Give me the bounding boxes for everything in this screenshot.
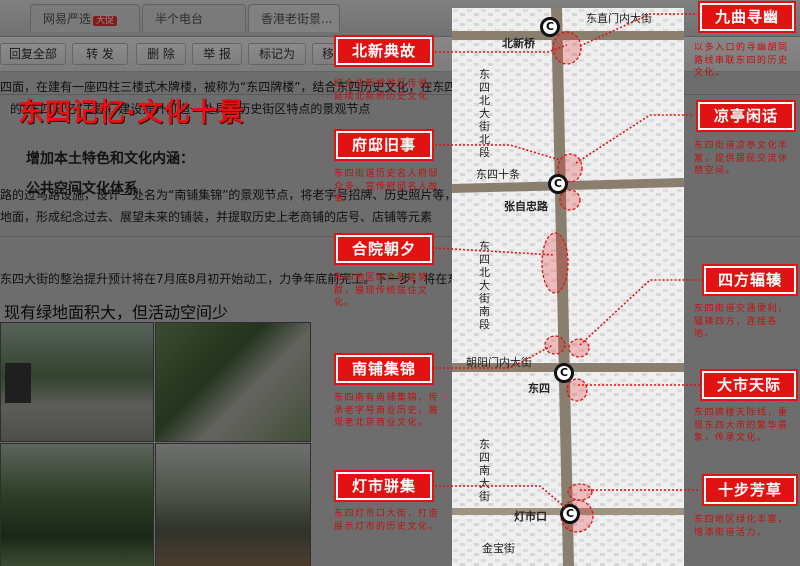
tag-desc: 东四牌楼天际线，重现东四大市的繁华景象，传承文化。: [694, 408, 789, 443]
tag-desc: 东四地区四合院建筑群，展现传统居住文化。: [334, 273, 429, 308]
tag-desc: 结合北新桥地区传说，延续北新桥历史文化: [334, 79, 440, 102]
tag-nanpu: 南铺集锦: [334, 353, 434, 385]
tag-fudi: 府邸旧事: [334, 129, 434, 161]
tag-desc: 东四地区绿化丰富，增添街道活力。: [694, 515, 789, 538]
tag-dashi: 大市天际: [700, 369, 798, 401]
tag-desc: 东四街道历史名人府邸众多，宣传府邸名人故事: [334, 169, 440, 204]
tag-desc: 以多入口的寻幽胡同路线串联东四的历史文化。: [694, 43, 789, 78]
tag-liangting: 凉亭闲话: [696, 100, 796, 132]
tag-sifang: 四方辐辏: [702, 264, 798, 296]
tag-shibu: 十步芳草: [702, 474, 798, 506]
tag-desc: 东四南有南铺集锦，传承老字号商业历史，展现老北京商业文化。: [334, 393, 440, 428]
tag-beixin: 北新典故: [334, 35, 434, 67]
tag-heyuan: 合院朝夕: [334, 233, 434, 265]
tag-dengshi: 灯市骈集: [334, 470, 434, 502]
tag-desc: 东四灯市口大街，打造展示灯市的历史文化。: [334, 509, 440, 532]
tag-desc: 东四街道凉亭文化丰富，提供居民交流休憩空间。: [694, 141, 789, 176]
tag-jiuqu: 九曲寻幽: [698, 1, 796, 33]
tag-desc: 东四街道交通便利，辐辏四方，连接各地。: [694, 304, 789, 339]
